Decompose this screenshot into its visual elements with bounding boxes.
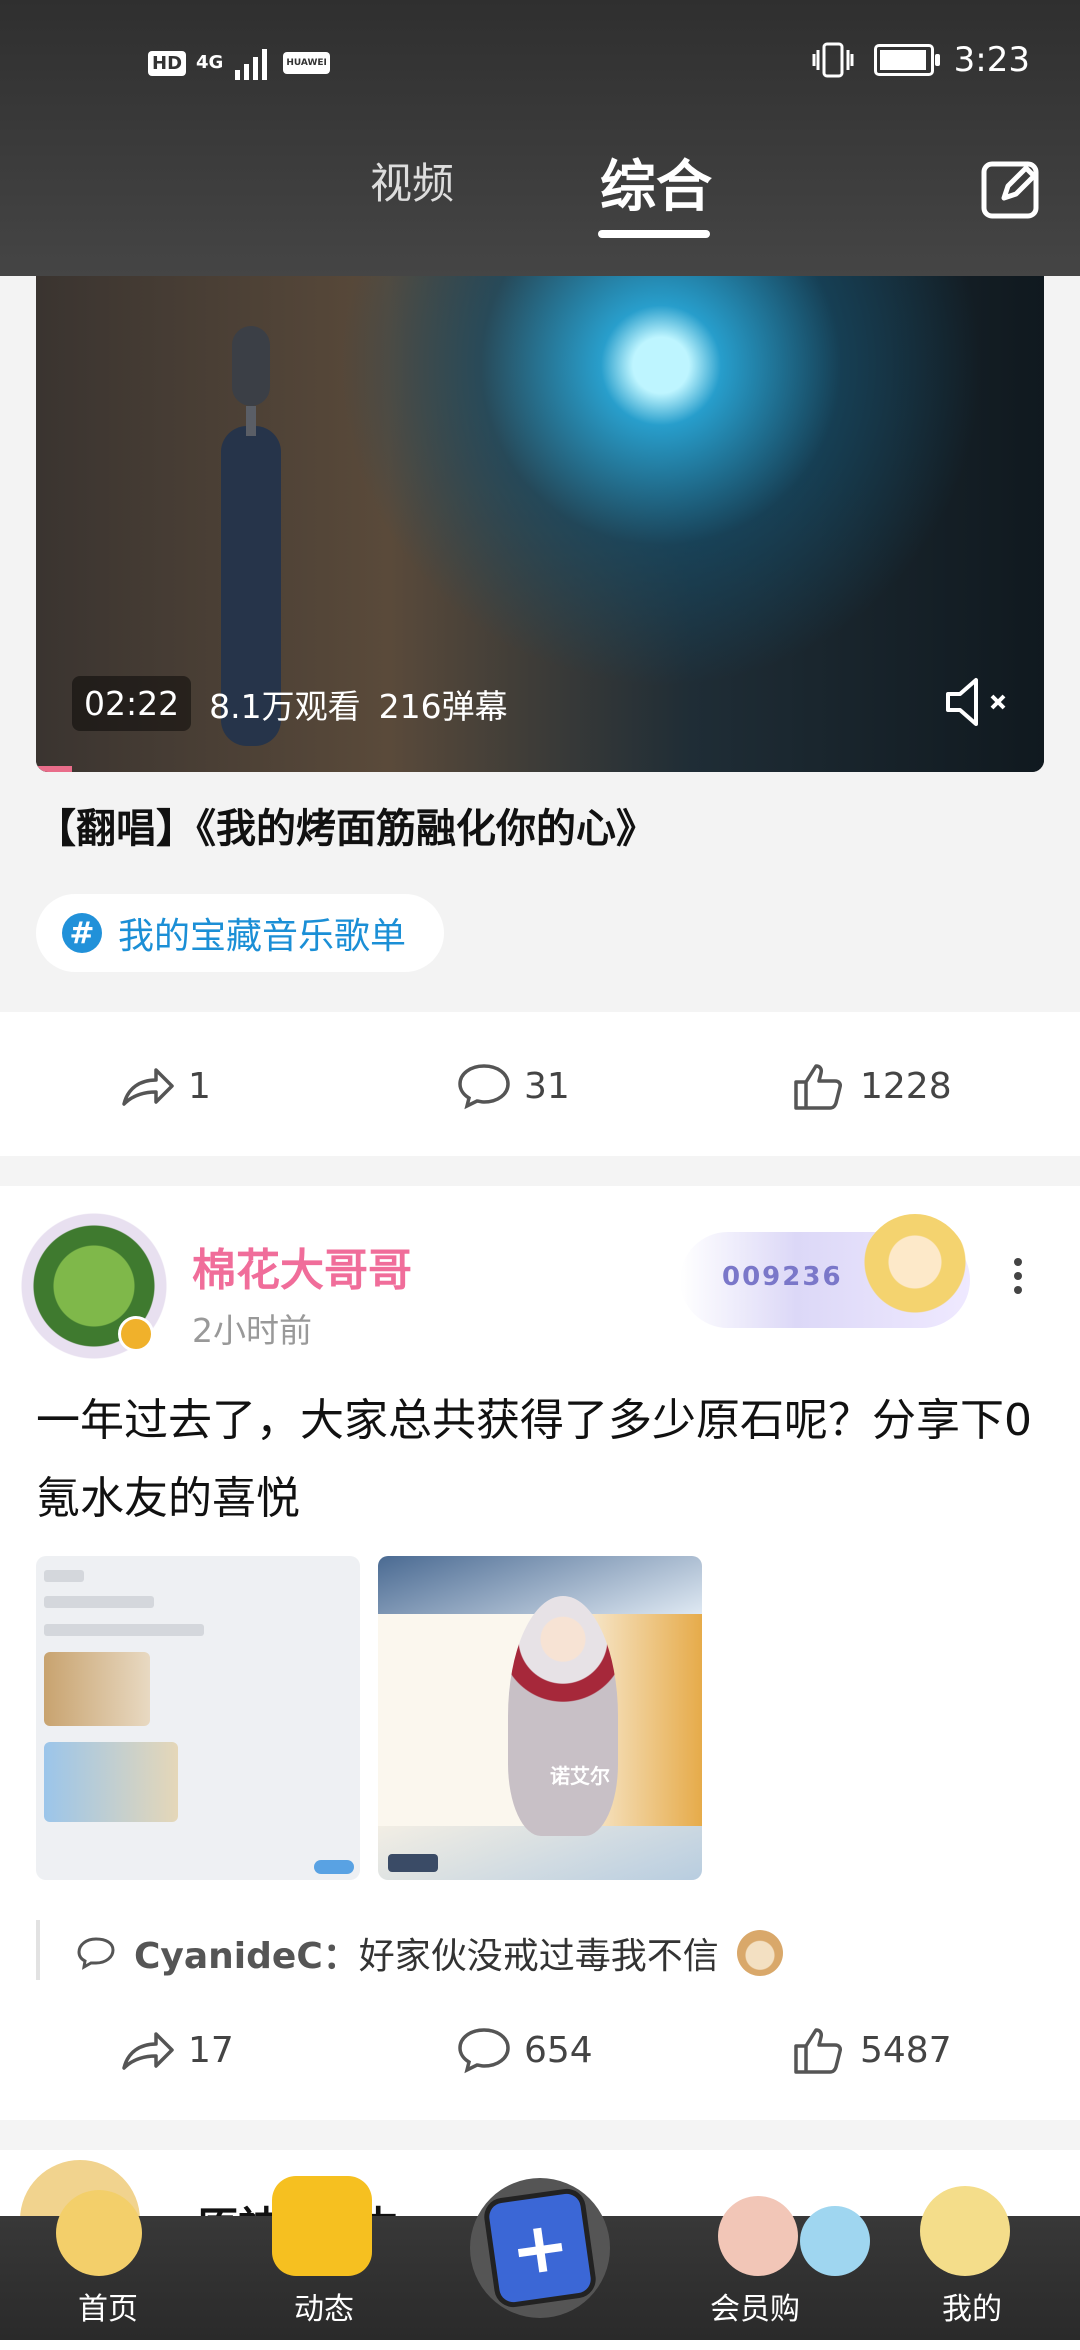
publish-button[interactable]: + bbox=[470, 2178, 610, 2318]
post-card: 棉花大哥哥 2小时前 009236 一年过去了，大家总共获得了多少原石呢？分享下… bbox=[0, 1186, 1080, 1986]
clock: 3:23 bbox=[953, 40, 1030, 80]
video-actions-bar: 1 31 1228 bbox=[0, 1012, 1080, 1156]
like-count: 5487 bbox=[860, 2029, 952, 2071]
comment-count: 654 bbox=[524, 2029, 593, 2071]
top-tabs: 视频 综合 bbox=[0, 150, 1080, 240]
share-count: 1 bbox=[188, 1065, 211, 1107]
home-mascot-icon bbox=[56, 2190, 142, 2276]
video-progress bbox=[36, 766, 72, 772]
comment-bubble-icon bbox=[77, 1937, 115, 1970]
verified-badge-icon bbox=[118, 1316, 154, 1352]
post-time: 2小时前 bbox=[192, 1311, 312, 1350]
share-icon bbox=[122, 2032, 174, 2070]
tab-comprehensive[interactable]: 综合 bbox=[600, 142, 712, 223]
share-button[interactable]: 1 bbox=[120, 1062, 211, 1110]
member-shop-mascot-2-icon bbox=[800, 2206, 870, 2276]
share-count: 17 bbox=[188, 2029, 234, 2071]
tab-video[interactable]: 视频 bbox=[370, 150, 454, 211]
comment-icon bbox=[458, 2028, 510, 2074]
topic-label: 我的宝藏音乐歌单 bbox=[118, 916, 407, 957]
share-button[interactable]: 17 bbox=[120, 2026, 234, 2074]
status-bar: HD 4G HUAWEI 3:23 bbox=[0, 40, 1080, 92]
username[interactable]: 棉花大哥哥 bbox=[192, 1234, 412, 1298]
post-image-1[interactable] bbox=[36, 1556, 360, 1880]
topic-tag[interactable]: # 我的宝藏音乐歌单 bbox=[36, 894, 445, 972]
comment-button[interactable]: 654 bbox=[456, 2026, 593, 2074]
hashtag-icon: # bbox=[62, 913, 102, 953]
nav-dynamic[interactable]: 动态 bbox=[294, 2284, 354, 2328]
more-vertical-icon[interactable] bbox=[1012, 1252, 1024, 1300]
share-icon bbox=[122, 1068, 174, 1106]
dynamic-mascot-icon bbox=[272, 2176, 372, 2276]
comment-count: 31 bbox=[524, 1065, 570, 1107]
like-icon bbox=[794, 2028, 842, 2074]
network-type: 4G bbox=[196, 52, 224, 73]
fan-badge[interactable]: 009236 bbox=[680, 1214, 970, 1334]
like-button[interactable]: 1228 bbox=[792, 1062, 952, 1110]
nav-home[interactable]: 首页 bbox=[78, 2284, 138, 2328]
mute-icon[interactable] bbox=[944, 674, 1014, 730]
post-text[interactable]: 一年过去了，大家总共获得了多少原石呢？分享下0氪水友的喜悦 bbox=[36, 1382, 1046, 1538]
image-caption: 诺艾尔 bbox=[550, 1764, 610, 1788]
comment-text: 好家伙没戒过毒我不信 bbox=[358, 1936, 719, 1977]
post-image-2[interactable]: 诺艾尔 bbox=[378, 1556, 702, 1880]
nav-member-shop[interactable]: 会员购 bbox=[710, 2284, 800, 2328]
like-count: 1228 bbox=[860, 1065, 952, 1107]
like-button[interactable]: 5487 bbox=[792, 2026, 952, 2074]
battery-icon bbox=[873, 44, 940, 76]
vibrate-icon bbox=[812, 42, 854, 78]
comment-button[interactable]: 31 bbox=[456, 1062, 570, 1110]
video-player[interactable]: 02:22 8.1万观看 216弹幕 bbox=[36, 276, 1044, 772]
video-card: 02:22 8.1万观看 216弹幕 【翻唱】《我的烤面筋融化你的心》 # 我的… bbox=[0, 276, 1080, 1010]
hd-indicator: HD bbox=[148, 50, 187, 76]
profile-mascot-icon bbox=[920, 2186, 1010, 2276]
signal-icon bbox=[235, 49, 268, 80]
like-icon bbox=[794, 1064, 842, 1110]
video-duration: 02:22 bbox=[72, 676, 192, 731]
hot-comment[interactable]: CyanideC：好家伙没戒过毒我不信 bbox=[36, 1920, 783, 1986]
top-header: HD 4G HUAWEI 3:23 视频 综合 bbox=[0, 0, 1080, 276]
character-image bbox=[508, 1596, 618, 1836]
nav-profile[interactable]: 我的 bbox=[942, 2284, 1002, 2328]
video-danmaku: 216弹幕 bbox=[378, 686, 508, 726]
dog-emoji-icon bbox=[736, 1930, 783, 1976]
plus-icon: + bbox=[487, 2192, 593, 2304]
post-actions-bar: 17 654 5487 bbox=[0, 1980, 1080, 2120]
comment-icon bbox=[458, 1064, 510, 1110]
fan-badge-number: 009236 bbox=[722, 1262, 843, 1292]
active-tab-indicator bbox=[598, 230, 710, 238]
video-views: 8.1万观看 bbox=[209, 686, 361, 726]
comment-username: CyanideC： bbox=[134, 1936, 359, 1977]
video-title[interactable]: 【翻唱】《我的烤面筋融化你的心》 bbox=[36, 796, 656, 854]
carrier-badge: HUAWEI bbox=[283, 52, 330, 74]
bottom-navigation: 首页 动态 + 会员购 我的 bbox=[0, 2176, 1080, 2340]
member-shop-mascot-icon bbox=[718, 2196, 798, 2276]
fan-badge-character bbox=[860, 1214, 970, 1334]
avatar[interactable] bbox=[14, 1206, 174, 1366]
edit-icon[interactable] bbox=[980, 158, 1042, 220]
